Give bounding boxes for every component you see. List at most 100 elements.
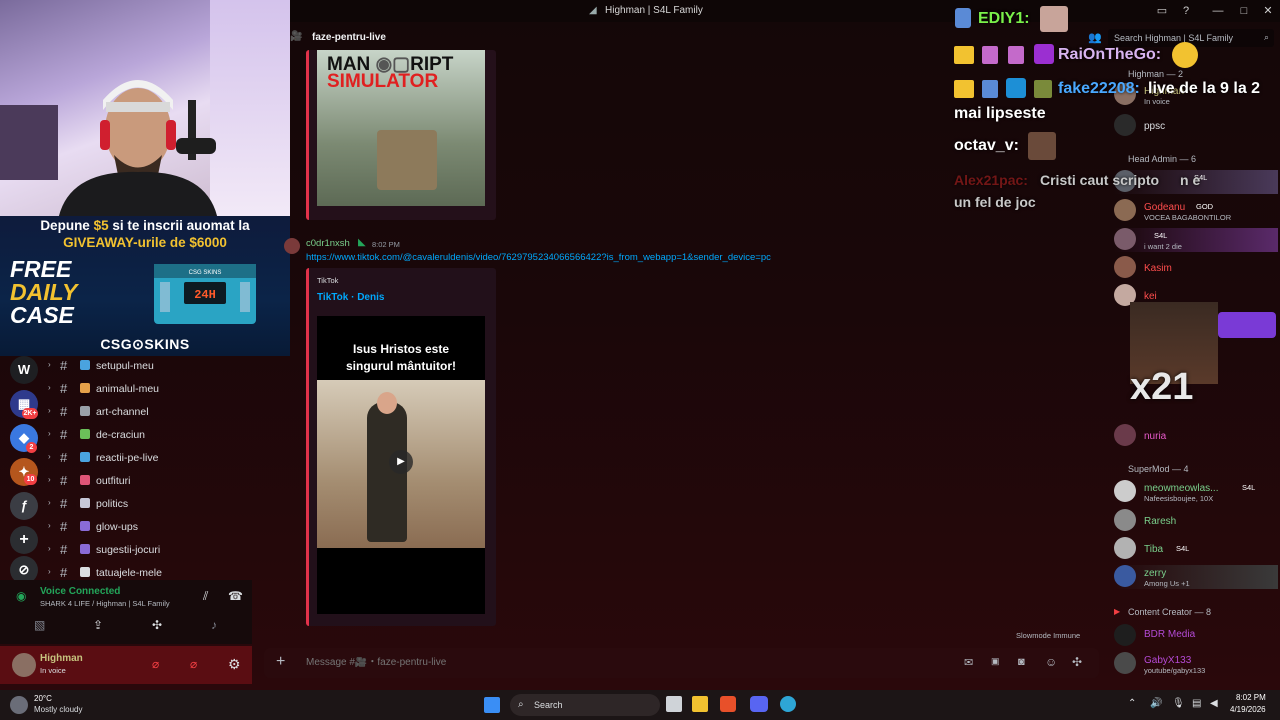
avatar[interactable] [12,653,36,677]
user-name[interactable]: Highman [40,653,83,664]
channel-item-glow-ups[interactable]: › # glow-ups [48,517,290,537]
inbox-icon[interactable]: ▭ [1154,3,1170,19]
member-tag: GOD [1196,202,1214,211]
embed-provider: TikTok [317,276,339,285]
channel-item-outfituri[interactable]: › # outfituri [48,471,290,491]
overlay-username: Alex21pac: [954,172,1028,188]
member-item[interactable]: nuria [1114,424,1278,448]
minimize-button[interactable]: — [1210,3,1226,19]
signal-icon: ◉ [16,589,27,603]
member-item[interactable]: meowmeowlas... S4L Nafeesisboujee, 10X [1114,480,1278,504]
channel-item-animalul-meu[interactable]: › # animalul-meu [48,379,290,399]
activities-icon[interactable]: ✣ [152,618,162,632]
clock-date[interactable]: 4/19/2026 [1230,705,1266,714]
member-item[interactable]: zerry Among Us +1 [1114,565,1278,589]
mic-muted-icon[interactable]: ⌀ [152,657,159,671]
server-w[interactable]: W [10,356,38,384]
weather-temp[interactable]: 20°C [34,694,52,703]
message-input[interactable] [306,657,686,668]
member-banner [1218,312,1276,338]
member-item[interactable]: Tiba S4L [1114,537,1278,561]
mic-tray-icon[interactable]: 🎙 [1172,698,1185,709]
message-author[interactable]: c0dr1nxsh [306,238,350,249]
voice-location[interactable]: SHARK 4 LIFE / Highman | S4L Family [40,599,170,608]
brave-browser-icon[interactable] [720,696,736,712]
clock-time[interactable]: 8:02 PM [1236,693,1266,702]
channel-item-sugestii-jocuri[interactable]: › # sugestii-jocuri [48,540,290,560]
add-attachment-icon[interactable]: + [276,653,285,671]
embed-thumbnail: MAN ◉▢RIPT SIMULATOR [317,50,485,206]
chevron-right-icon: › [48,498,51,507]
sponsor-banner[interactable]: Depune $5 si te inscrii auomat la GIVEAW… [0,216,290,356]
play-icon[interactable]: ▶ [389,450,413,474]
network-tray-icon[interactable]: ▤ [1192,698,1201,709]
add-server-button[interactable]: + [10,526,38,554]
volume-tray-icon[interactable]: 🔊 [1150,698,1162,709]
avatar [1114,565,1136,587]
channel-item-de-craciun[interactable]: › # de-craciun [48,425,290,445]
sticker-icon[interactable]: ◙ [1018,656,1025,668]
weather-desc[interactable]: Mostly cloudy [34,705,82,714]
youtube-icon: ▶ [1114,607,1121,616]
gift-icon[interactable]: ✉ [964,656,973,669]
member-item[interactable]: Godeanu GOD VOCEA BAGABONTILOR [1114,199,1278,223]
file-explorer-icon[interactable] [692,696,708,712]
role-badge-icon: ◣ [358,237,366,248]
tray-chevron-icon[interactable]: ⌃ [1128,698,1136,709]
voice-status[interactable]: Voice Connected [40,586,120,597]
start-button[interactable] [484,697,500,713]
channel-emoji-icon [80,406,90,416]
hash-icon: # [60,496,68,511]
deafen-icon[interactable]: ⌀ [190,657,197,671]
channel-item-art-channel[interactable]: › # art-channel [48,402,290,422]
speaker-tray-icon[interactable]: ◀ [1210,698,1218,709]
member-item[interactable]: BDR Media [1114,624,1278,648]
settings-gear-icon[interactable]: ⚙ [228,656,241,673]
screen-share-icon[interactable]: ⇪ [93,618,103,632]
taskbar-search[interactable]: ⌕ Search [510,694,660,716]
window-title: Highman | S4L Family [605,5,703,16]
slowmode-label: Slowmode Immune [1016,631,1081,640]
noise-suppression-icon[interactable]: ⫽ [203,589,208,604]
help-icon[interactable]: ? [1178,3,1194,19]
tiktok-embed: TikTok TikTok · Denis Isus Hristos este … [306,268,496,626]
video-player[interactable]: Isus Hristos este singurul mântuitor! ▶ [317,316,485,614]
channel-label: animalul-meu [96,383,160,395]
member-name: ppsc [1144,121,1166,132]
emoji-icon[interactable]: ☺ [1045,655,1057,669]
chevron-right-icon: › [48,429,51,438]
close-button[interactable]: ✕ [1260,3,1276,19]
maximize-button[interactable]: □ [1236,3,1252,19]
voice-connection-panel: ◉ Voice Connected SHARK 4 LIFE / Highman… [0,580,252,644]
member-item[interactable]: Raresh [1114,509,1278,533]
member-item[interactable]: Kasim [1114,256,1278,280]
embed-title-link[interactable]: TikTok · Denis [317,292,384,303]
server-f[interactable]: ƒ [10,492,38,520]
member-list-toggle-icon[interactable]: 👥 [1088,31,1102,44]
gif-icon[interactable]: ▣ [991,656,1000,667]
avatar [1114,114,1136,136]
windows-taskbar: 20°C Mostly cloudy ⌕ Search ⌃ 🔊 🎙 ▤ ◀ 8:… [0,690,1280,720]
channel-item-politics[interactable]: › # politics [48,494,290,514]
task-view-icon[interactable] [666,696,682,712]
taskbar-search-label: Search [534,700,563,710]
channel-label: politics [96,498,129,510]
discord-taskbar-icon[interactable] [750,696,768,712]
tiktok-link[interactable]: https://www.tiktok.com/@cavaleruldenis/v… [306,252,771,263]
member-item[interactable]: GabyX133 youtube/gabyx133 [1114,652,1278,676]
hash-icon: # [60,519,68,534]
soundboard-icon[interactable]: ♪ [211,618,217,632]
apps-icon[interactable]: ✣ [1072,655,1082,669]
member-item[interactable]: S4L i want 2 die [1114,228,1278,252]
overlay-message: live de la 9 la 2 [1148,80,1261,97]
channel-item-reactii-pe-live[interactable]: › # reactii-pe-live [48,448,290,468]
app-taskbar-icon[interactable] [780,696,796,712]
channel-item-setupul-meu[interactable]: › # setupul-meu [48,356,290,376]
game-embed[interactable]: MAN ◉▢RIPT SIMULATOR [306,50,496,220]
disconnect-icon[interactable]: ☎ [228,589,243,603]
overlay-message: un fel de joc [954,194,1036,210]
camera-off-icon[interactable]: ▧ [34,618,45,632]
weather-icon[interactable] [10,696,28,714]
member-item[interactable]: ppsc [1114,114,1278,138]
avatar[interactable] [284,238,300,254]
